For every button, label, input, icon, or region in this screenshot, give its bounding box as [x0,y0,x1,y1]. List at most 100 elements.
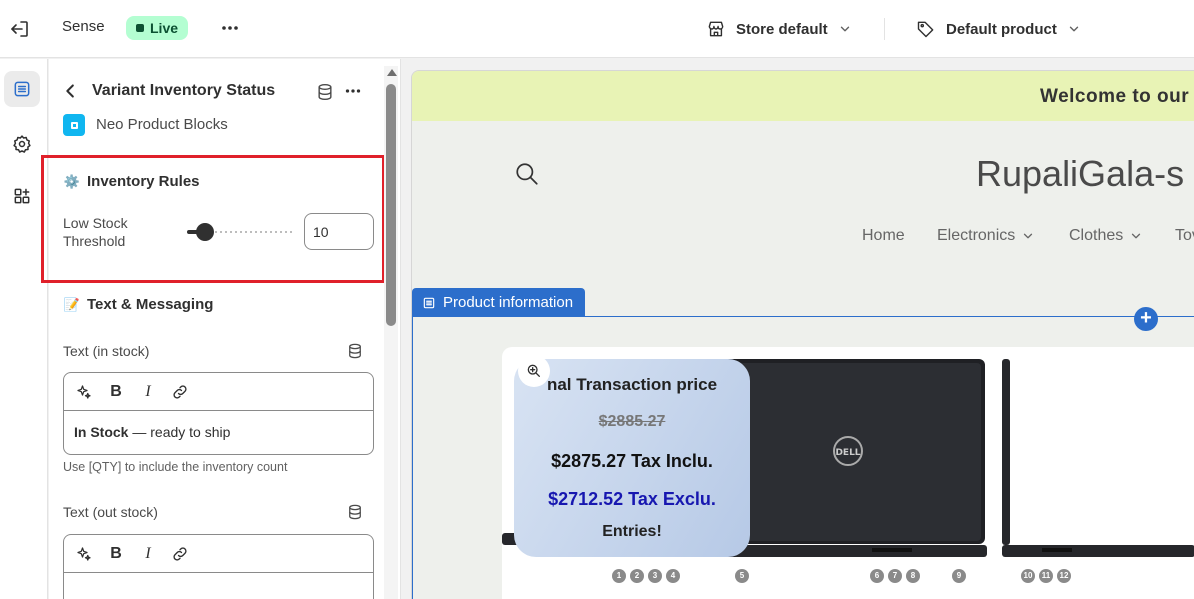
zoom-in-icon [527,364,540,377]
editor-toolbar: B I [64,373,373,411]
search-icon[interactable] [514,161,540,187]
price-tax-inclusive: $2875.27 Tax Inclu. [551,451,713,471]
nav-item-home[interactable]: Home [862,227,905,245]
more-options-icon[interactable] [342,80,364,102]
link-icon [173,384,187,399]
nav-label: Home [862,227,905,244]
price-tax-exclusive: $2712.52 Tax Exclu. [548,489,716,509]
nav-label: Electronics [937,227,1016,244]
slider-thumb[interactable] [196,223,214,241]
callout-marker: 9 [952,569,966,583]
callout-marker: 12 [1057,569,1071,583]
price-overlay: nal Transaction price $2885.27 $2875.27 … [514,359,750,557]
sections-button[interactable] [4,71,40,107]
ai-sparkle-button[interactable] [74,382,94,402]
app-name: Neo Product Blocks [96,116,228,133]
product-image-laptop[interactable]: DELL [712,359,987,559]
database-icon[interactable] [315,82,335,102]
editor-toolbar: B I [64,535,373,573]
chevron-down-icon [840,26,849,32]
in-stock-text-content[interactable]: In Stock — ready to ship [64,411,373,453]
text-messaging-title: Text & Messaging [87,296,214,313]
low-stock-threshold-input[interactable] [304,213,374,250]
theme-name: Sense [62,18,105,35]
announcement-bar: Welcome to our [412,71,1194,121]
italic-button[interactable]: I [138,544,158,564]
settings-button[interactable] [4,126,40,162]
database-icon[interactable] [346,503,364,521]
scroll-up-arrow-icon[interactable] [387,69,397,76]
nav-item-electronics[interactable]: Electronics [937,227,1035,245]
text-messaging-heading: 📝 Text & Messaging [63,296,214,313]
bold-button[interactable]: B [106,544,126,564]
product-gallery: DELL nal Transaction price $2885.27 $287… [502,347,1194,599]
nav-item-toys[interactable]: Tov [1175,227,1194,245]
italic-button[interactable]: I [138,382,158,402]
store-logo[interactable]: RupaliGala-s [976,153,1184,195]
gear-icon [13,135,31,153]
low-stock-slider[interactable] [187,222,295,242]
chevron-down-icon [1024,233,1033,239]
left-rail [0,59,48,599]
callout-marker: 10 [1021,569,1035,583]
database-icon[interactable] [346,342,364,360]
callout-group: 1 2 3 4 [612,569,680,583]
slider-track [205,231,295,233]
store-selector-label: Store default [736,20,828,38]
compare-at-price: $2885.27 [598,413,666,430]
chevron-down-icon [1069,26,1079,32]
callout-group: 9 [952,569,966,583]
out-stock-text-editor: B I [63,534,374,599]
overlay-title: nal Transaction price [546,375,718,394]
store-icon [708,21,724,37]
link-button[interactable] [170,382,190,402]
gear-emoji-icon: ⚙️ [63,173,81,189]
callout-marker: 3 [648,569,662,583]
in-stock-rest-text: — ready to ship [128,424,231,440]
callout-marker: 8 [906,569,920,583]
product-selector[interactable]: Default product [916,16,1081,42]
scrollbar-thumb[interactable] [386,84,396,326]
link-icon [173,546,187,561]
back-icon[interactable] [60,80,82,102]
ai-sparkle-button[interactable] [74,544,94,564]
callout-marker: 2 [630,569,644,583]
inventory-rules-title: Inventory Rules [87,173,200,190]
callout-marker: 4 [666,569,680,583]
in-stock-help-text: Use [QTY] to include the inventory count [63,460,288,474]
inventory-rules-heading: ⚙️ Inventory Rules [63,173,200,190]
section-icon [423,297,435,308]
text-out-stock-label: Text (out stock) [63,504,158,520]
nav-item-clothes[interactable]: Clothes [1069,227,1143,245]
nav-label: Clothes [1069,227,1124,244]
nav-label: Tov [1175,227,1194,244]
section-tab-product-information[interactable]: Product information [412,288,586,317]
live-label: Live [150,20,179,36]
sections-icon [14,81,30,97]
section-tab-label: Product information [443,294,574,311]
text-in-stock-label: Text (in stock) [63,343,150,359]
callout-marker: 6 [870,569,884,583]
in-stock-bold-text: In Stock [74,424,129,440]
zoom-button[interactable] [518,355,550,387]
chevron-down-icon [1132,233,1141,239]
apps-button[interactable] [4,178,40,214]
sparkle-icon [77,546,91,561]
tag-icon [917,21,934,38]
more-options-icon[interactable] [218,16,242,40]
bold-button[interactable]: B [106,382,126,402]
callout-group: 5 [735,569,749,583]
link-button[interactable] [170,544,190,564]
exit-icon[interactable] [8,17,32,41]
entries-text: Entries! [602,523,662,540]
store-preview: Welcome to our RupaliGala-s Home Electro… [411,70,1194,599]
product-image-laptop-side[interactable] [1002,359,1194,559]
top-bar: Sense Live Store default Default product [0,0,1194,58]
announcement-text: Welcome to our [1040,86,1190,107]
in-stock-text-editor: B I In Stock — ready to ship [63,372,374,455]
store-selector[interactable]: Store default [706,16,852,42]
app-logo-icon [63,114,85,136]
apps-icon [14,188,30,204]
product-selector-label: Default product [946,20,1057,38]
add-section-button[interactable]: + [1134,307,1158,331]
